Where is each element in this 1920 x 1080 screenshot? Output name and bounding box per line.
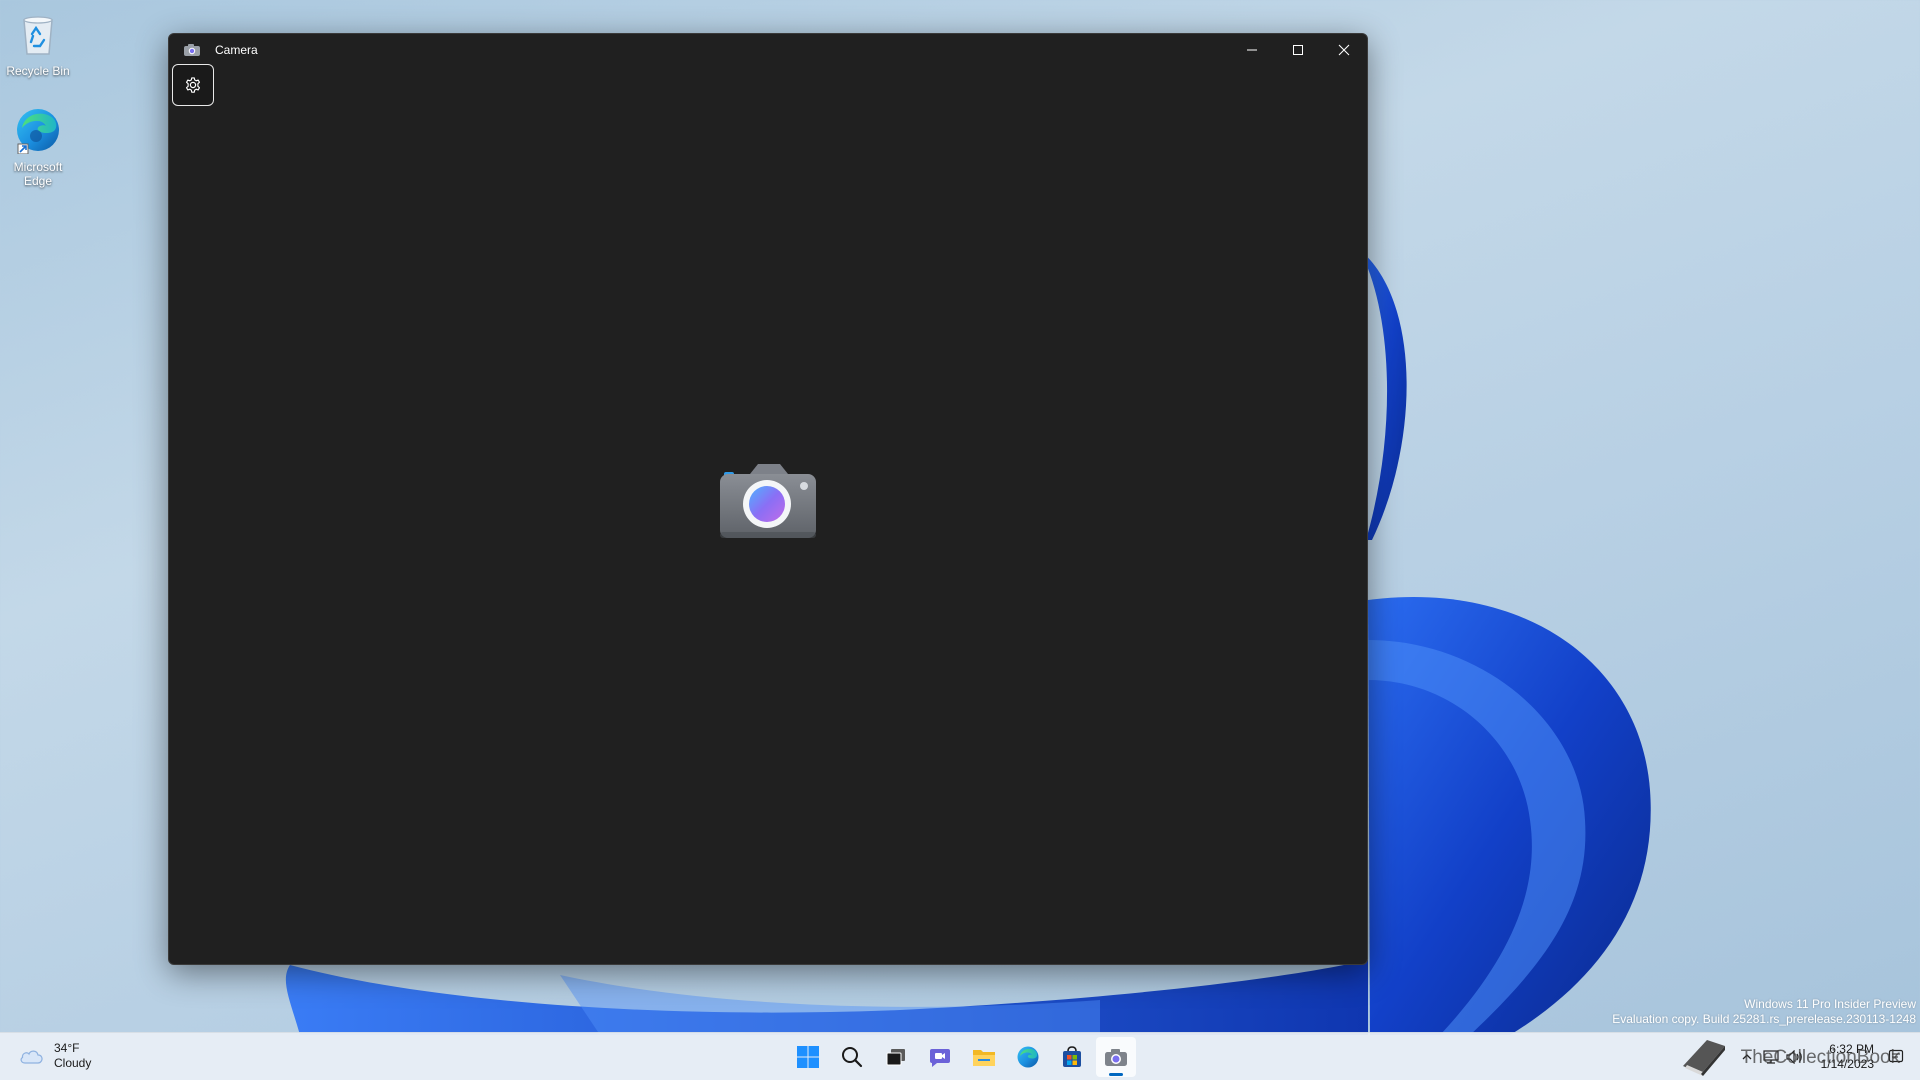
volume-icon[interactable] bbox=[1783, 1045, 1807, 1069]
store-button[interactable] bbox=[1052, 1037, 1092, 1077]
weather-widget[interactable]: 34°F Cloudy bbox=[18, 1041, 91, 1071]
search-button[interactable] bbox=[832, 1037, 872, 1077]
clock-time: 6:32 PM bbox=[1829, 1042, 1874, 1056]
title-bar[interactable]: Camera bbox=[169, 34, 1367, 66]
minimize-icon bbox=[1247, 49, 1257, 51]
maximize-button[interactable] bbox=[1275, 34, 1321, 66]
window-title: Camera bbox=[215, 43, 258, 57]
task-view-button[interactable] bbox=[876, 1037, 916, 1077]
taskbar: 34°F Cloudy TheCollectionBook 6:32 PM 1/… bbox=[0, 1032, 1920, 1080]
camera-icon bbox=[183, 41, 201, 59]
watermark-line-2: Evaluation copy. Build 25281.rs_prerelea… bbox=[1612, 1012, 1916, 1026]
desktop-icon-label: Microsoft Edge bbox=[13, 160, 63, 188]
weather-temperature: 34°F bbox=[54, 1041, 80, 1055]
camera-window: Camera bbox=[168, 33, 1368, 965]
watermark-line-1: Windows 11 Pro Insider Preview bbox=[1744, 997, 1916, 1011]
desktop-icon-label: Recycle Bin bbox=[6, 64, 70, 78]
camera-taskbar-button[interactable] bbox=[1096, 1037, 1136, 1077]
windows-start-icon bbox=[797, 1046, 819, 1068]
book-icon bbox=[1675, 1035, 1731, 1079]
settings-button[interactable] bbox=[172, 64, 214, 106]
chat-button[interactable] bbox=[920, 1037, 960, 1077]
desktop-icon-recycle-bin[interactable]: Recycle Bin bbox=[0, 8, 76, 78]
start-button[interactable] bbox=[788, 1037, 828, 1077]
network-icon[interactable] bbox=[1759, 1045, 1783, 1069]
gear-icon bbox=[185, 77, 201, 93]
clock-date: 1/14/2023 bbox=[1820, 1057, 1874, 1071]
notification-icon[interactable] bbox=[1884, 1045, 1908, 1069]
weather-condition: Cloudy bbox=[54, 1056, 92, 1070]
camera-icon bbox=[1105, 1049, 1127, 1066]
cloud-icon bbox=[20, 1050, 43, 1064]
close-button[interactable] bbox=[1321, 34, 1367, 66]
recycle-bin-icon bbox=[12, 8, 64, 60]
caption-buttons bbox=[1229, 34, 1367, 66]
search-icon bbox=[842, 1047, 863, 1068]
task-view-icon bbox=[886, 1049, 905, 1066]
store-icon bbox=[1063, 1046, 1081, 1067]
close-icon bbox=[1338, 44, 1350, 56]
folder-icon bbox=[973, 1050, 995, 1066]
edge-taskbar-button[interactable] bbox=[1008, 1037, 1048, 1077]
minimize-button[interactable] bbox=[1229, 34, 1275, 66]
system-tray: TheCollectionBook 6:32 PM 1/14/2023 bbox=[1675, 1033, 1920, 1080]
clock[interactable]: 6:32 PM 1/14/2023 bbox=[1821, 1042, 1874, 1072]
file-explorer-button[interactable] bbox=[964, 1037, 1004, 1077]
taskbar-pinned-apps bbox=[788, 1037, 1136, 1077]
chat-icon bbox=[930, 1049, 950, 1067]
chevron-up-icon[interactable] bbox=[1735, 1045, 1759, 1069]
build-watermark: Windows 11 Pro Insider Preview Evaluatio… bbox=[1612, 997, 1916, 1027]
edge-icon bbox=[1017, 1046, 1039, 1068]
maximize-icon bbox=[1293, 45, 1303, 55]
edge-icon bbox=[12, 104, 64, 156]
camera-app-logo bbox=[720, 464, 816, 538]
desktop-icon-microsoft-edge[interactable]: Microsoft Edge bbox=[0, 104, 76, 188]
